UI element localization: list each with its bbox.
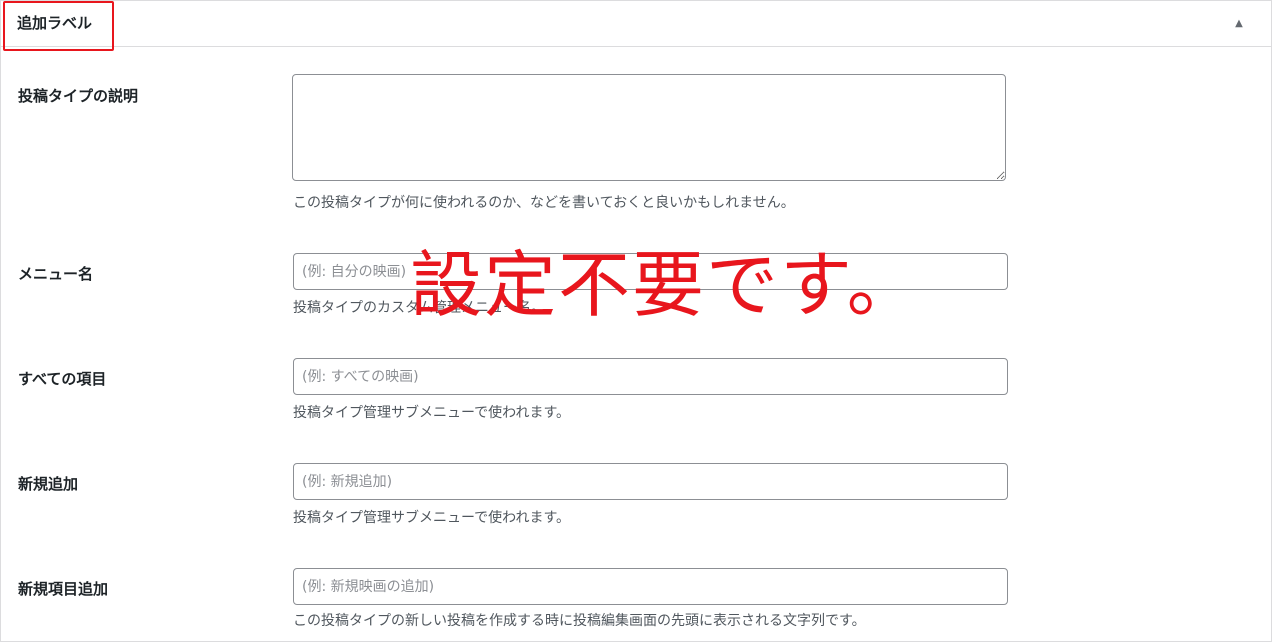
field-description: この投稿タイプが何に使われるのか、などを書いておくと良いかもしれません。 [293, 195, 795, 211]
all-items-input[interactable] [293, 358, 1008, 395]
setting-not-required-annotation: 設定不要です。 [410, 243, 921, 327]
add-new-input[interactable] [293, 463, 1008, 500]
post-type-description-textarea[interactable] [292, 74, 1006, 181]
panel-header[interactable]: 追加ラベル ▲ [1, 1, 1271, 51]
field-description: 投稿タイプ管理サブメニューで使われます。 [293, 510, 571, 526]
field-description: この投稿タイプの新しい投稿を作成する時に投稿編集画面の先頭に表示される文字列です… [293, 613, 866, 629]
field-description: 投稿タイプ管理サブメニューで使われます。 [293, 405, 571, 421]
field-label: 新規追加 [18, 475, 79, 493]
field-label: 投稿タイプの説明 [18, 87, 139, 105]
triangle-up-icon[interactable]: ▲ [1231, 16, 1247, 32]
field-label: メニュー名 [18, 265, 94, 283]
add-new-item-input[interactable] [293, 568, 1008, 605]
title-highlight-box [3, 1, 114, 51]
field-label: すべての項目 [18, 370, 107, 388]
field-label: 新規項目追加 [18, 580, 109, 598]
